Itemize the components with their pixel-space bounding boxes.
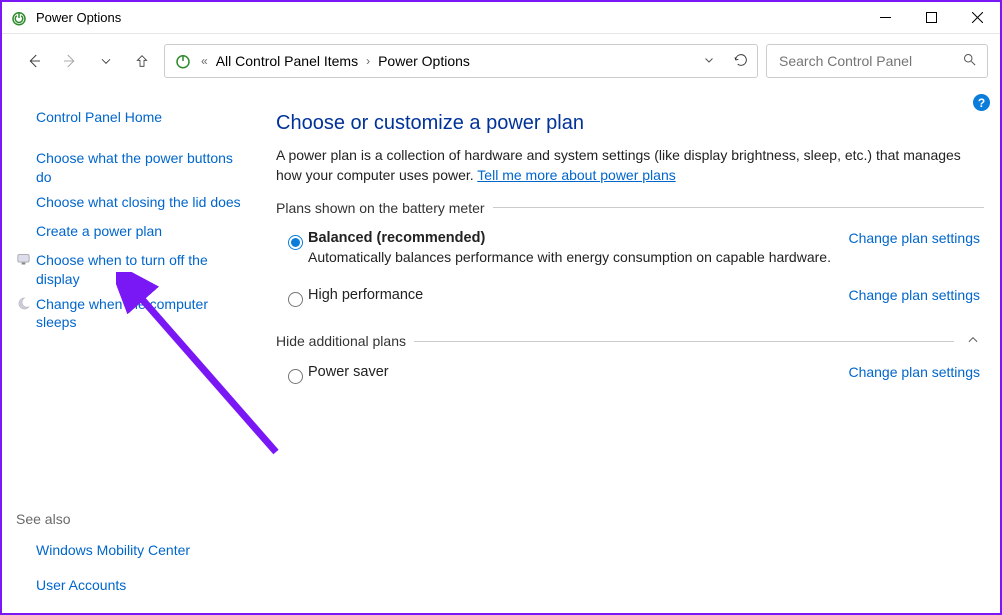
plan-name-high-performance[interactable]: High performance: [308, 287, 848, 303]
window-buttons: [862, 2, 1000, 34]
sidebar-link-power-buttons[interactable]: Choose what the power buttons do: [36, 149, 242, 187]
change-settings-power-saver[interactable]: Change plan settings: [848, 364, 980, 380]
plan-radio-balanced[interactable]: [288, 235, 303, 250]
minimize-button[interactable]: [862, 2, 908, 34]
forward-button[interactable]: [56, 47, 84, 75]
breadcrumb-root-glyph: «: [201, 54, 208, 68]
plan-name-balanced[interactable]: Balanced (recommended): [308, 230, 848, 246]
titlebar: Power Options: [2, 2, 1000, 34]
plan-desc-balanced: Automatically balances performance with …: [308, 249, 848, 265]
main-panel: Choose or customize a power plan A power…: [252, 88, 1000, 613]
hidden-plans-section-label[interactable]: Hide additional plans: [276, 333, 984, 350]
search-icon[interactable]: [962, 52, 977, 70]
page-heading: Choose or customize a power plan: [276, 112, 984, 135]
plan-radio-power-saver[interactable]: [288, 369, 303, 384]
plan-row-power-saver: Power saver Change plan settings: [276, 358, 984, 390]
hidden-plans-label-text: Hide additional plans: [276, 333, 406, 349]
recent-locations-dropdown[interactable]: [92, 47, 120, 75]
see-also-user-accounts[interactable]: User Accounts: [36, 576, 126, 595]
change-settings-high-performance[interactable]: Change plan settings: [848, 287, 980, 303]
up-button[interactable]: [128, 47, 156, 75]
see-also-label: See also: [16, 511, 242, 527]
back-button[interactable]: [20, 47, 48, 75]
moon-icon: [16, 295, 32, 311]
sidebar-link-lid-close[interactable]: Choose what closing the lid does: [36, 193, 241, 212]
refresh-button[interactable]: [733, 52, 749, 71]
control-panel-home-link[interactable]: Control Panel Home: [36, 108, 162, 127]
sidebar-link-display-off[interactable]: Choose when to turn off the display: [36, 251, 242, 289]
plans-shown-label-text: Plans shown on the battery meter: [276, 200, 485, 216]
plans-shown-section-label: Plans shown on the battery meter: [276, 200, 984, 216]
help-icon[interactable]: ?: [973, 94, 990, 111]
chevron-right-icon: ›: [366, 54, 370, 68]
monitor-icon: [16, 251, 32, 267]
breadcrumb-item-1[interactable]: Power Options: [378, 53, 470, 69]
window-title: Power Options: [36, 10, 121, 25]
plan-row-balanced: Balanced (recommended) Automatically bal…: [276, 224, 984, 271]
plan-radio-high-performance[interactable]: [288, 292, 303, 307]
collapse-chevron-icon[interactable]: [962, 333, 984, 350]
tell-me-more-link[interactable]: Tell me more about power plans: [477, 167, 675, 183]
maximize-button[interactable]: [908, 2, 954, 34]
sidebar-link-create-plan[interactable]: Create a power plan: [36, 222, 162, 241]
close-button[interactable]: [954, 2, 1000, 34]
address-bar[interactable]: « All Control Panel Items › Power Option…: [164, 44, 758, 78]
search-input[interactable]: [777, 52, 962, 70]
content-body: ? Control Panel Home Choose what the pow…: [2, 88, 1000, 613]
sidebar: Control Panel Home Choose what the power…: [2, 88, 252, 613]
breadcrumb-item-0[interactable]: All Control Panel Items: [216, 53, 358, 69]
see-also-mobility-center[interactable]: Windows Mobility Center: [36, 541, 190, 560]
search-box[interactable]: [766, 44, 988, 78]
plan-row-high-performance: High performance Change plan settings: [276, 281, 984, 313]
page-description: A power plan is a collection of hardware…: [276, 145, 984, 186]
nav-row: « All Control Panel Items › Power Option…: [2, 34, 1000, 88]
change-settings-balanced[interactable]: Change plan settings: [848, 230, 980, 246]
sidebar-link-sleep[interactable]: Change when the computer sleeps: [36, 295, 242, 333]
power-options-path-icon: [173, 51, 193, 71]
power-options-app-icon: [10, 9, 28, 27]
address-dropdown-icon[interactable]: [703, 53, 715, 69]
plan-name-power-saver[interactable]: Power saver: [308, 364, 848, 380]
